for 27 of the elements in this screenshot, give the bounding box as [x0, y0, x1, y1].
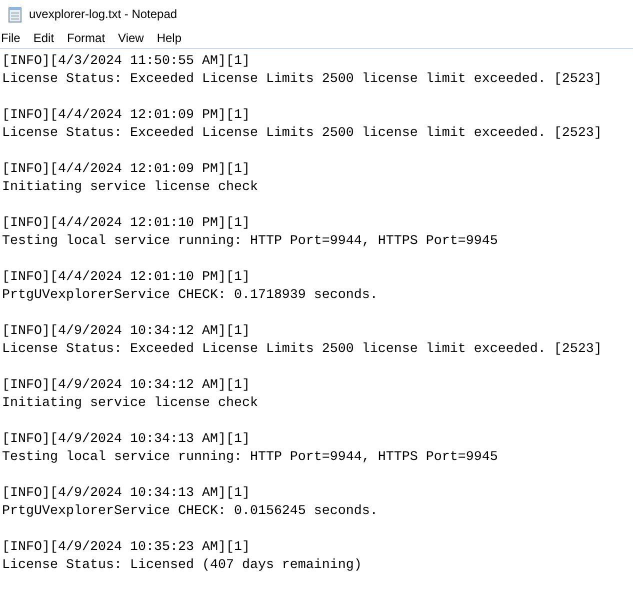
menu-item[interactable]: File: [1, 31, 28, 45]
log-line: [INFO][4/9/2024 10:34:12 AM][1]: [2, 323, 251, 341]
menu-item[interactable]: Edit: [33, 31, 62, 45]
log-line: [INFO][4/4/2024 12:01:09 PM][1]: [2, 107, 251, 125]
log-line: [INFO][4/4/2024 12:01:09 PM][1]: [2, 161, 251, 179]
log-line: Testing local service running: HTTP Port=9944, HTTPS Port=9945: [2, 449, 499, 467]
log-line: Initiating service license check: [2, 179, 259, 197]
menu-item[interactable]: Help: [156, 31, 189, 45]
log-line: [INFO][4/9/2024 10:34:13 AM][1]: [2, 485, 251, 503]
log-line: Testing local service running: HTTP Port=9944, HTTPS Port=9945: [2, 233, 499, 251]
log-line: [INFO][4/4/2024 12:01:10 PM][1]: [2, 215, 251, 233]
menu-item[interactable]: View: [118, 31, 151, 45]
menu-item[interactable]: Format: [67, 31, 112, 45]
log-line: License Status: Licensed (407 days remaining): [2, 557, 363, 575]
log-line: [INFO][4/9/2024 10:34:12 AM][1]: [2, 377, 251, 395]
log-line: [INFO][4/4/2024 12:01:10 PM][1]: [2, 269, 251, 287]
log-line: PrtgUVexplorerService CHECK: 0.1718939 seconds.: [2, 287, 379, 305]
notepad-icon: [8, 6, 22, 22]
log-line: [INFO][4/9/2024 10:35:23 AM][1]: [2, 539, 251, 557]
log-line: License Status: Exceeded License Limits 2500 license limit exceeded. [2523]: [2, 341, 603, 359]
log-line: PrtgUVexplorerService CHECK: 0.0156245 seconds.: [2, 503, 379, 521]
window-title: uvexplorer-log.txt - Notepad: [29, 7, 178, 21]
log-line: Initiating service license check: [2, 395, 259, 413]
log-line: [INFO][4/9/2024 10:34:13 AM][1]: [2, 431, 251, 449]
log-line: [INFO][4/3/2024 11:50:55 AM][1]: [2, 53, 251, 71]
log-line: License Status: Exceeded License Limits 2500 license limit exceeded. [2523]: [2, 71, 603, 89]
log-line: License Status: Exceeded License Limits 2500 license limit exceeded. [2523]: [2, 125, 603, 143]
